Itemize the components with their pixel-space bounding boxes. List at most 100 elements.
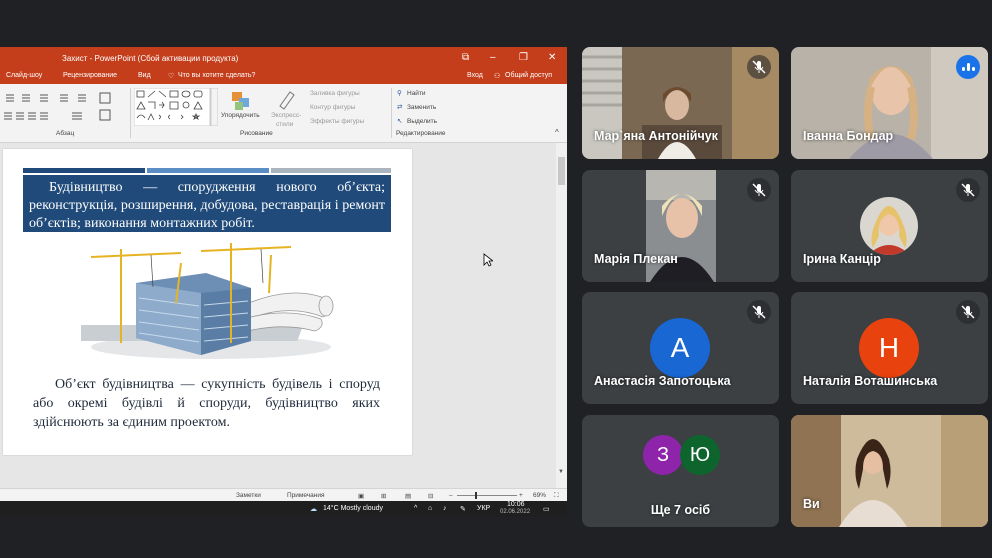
normal-view-icon[interactable]: ▣ bbox=[358, 492, 364, 500]
participant-name: Мар`яна Антонійчук bbox=[594, 129, 718, 143]
slide-heading-text: Будівництво — спорудження нового об’єкта… bbox=[23, 175, 391, 232]
mic-off-icon bbox=[956, 178, 980, 202]
current-slide[interactable]: Будівництво — спорудження нового об’єкта… bbox=[3, 149, 412, 455]
volume-icon[interactable]: ♪ bbox=[443, 505, 447, 512]
fit-slide-icon[interactable]: ⛶ bbox=[554, 492, 559, 500]
participant-avatar-initial: А bbox=[650, 318, 710, 378]
share-button[interactable]: Общий доступ bbox=[505, 72, 552, 79]
participant-tile-1[interactable]: Мар`яна Антонійчук bbox=[582, 47, 779, 159]
tab-view[interactable]: Вид bbox=[138, 72, 151, 79]
weather-text[interactable]: 14°C Mostly cloudy bbox=[323, 505, 383, 512]
person-icon: ⚇ bbox=[494, 73, 501, 80]
shared-screen-powerpoint: Захист - PowerPoint (Сбой активации прод… bbox=[0, 47, 567, 517]
others-avatar-1: З bbox=[643, 435, 683, 475]
stripe-light bbox=[271, 168, 391, 173]
slideshow-icon[interactable]: ⊟ bbox=[428, 492, 433, 500]
arrange-label[interactable]: Упорядочить bbox=[221, 112, 260, 119]
ribbon-display-icon[interactable]: ⧉ bbox=[462, 52, 469, 63]
slide-editing-area: Будівництво — спорудження нового об’єкта… bbox=[0, 143, 567, 488]
self-tile[interactable]: Ви bbox=[791, 415, 988, 527]
close-icon[interactable]: ✕ bbox=[548, 52, 556, 63]
mic-off-icon bbox=[747, 55, 771, 79]
shape-fill-button[interactable]: Заливка фигуры bbox=[310, 90, 360, 97]
scrollbar-thumb[interactable] bbox=[558, 157, 565, 185]
quick-styles-label-1[interactable]: Экспресс- bbox=[271, 112, 301, 119]
network-icon[interactable]: ⌂ bbox=[428, 505, 432, 512]
notifications-icon[interactable]: ▭ bbox=[543, 505, 550, 513]
reading-view-icon[interactable]: ▤ bbox=[405, 492, 411, 500]
self-video bbox=[791, 415, 988, 527]
signin-link[interactable]: Вход bbox=[467, 72, 483, 79]
language-indicator[interactable]: УКР bbox=[477, 505, 490, 512]
slide-sorter-icon[interactable]: ⊞ bbox=[381, 492, 386, 500]
participant-avatar-photo bbox=[860, 197, 918, 255]
windows-taskbar: ☁ 14°C Mostly cloudy ^ ⌂ ♪ ✎ УКР 10:06 0… bbox=[0, 501, 567, 517]
participant-avatar-initial: Н bbox=[859, 318, 919, 378]
ppt-ribbon: Абзац Упорядочить Экспресс- стили Заливк… bbox=[0, 84, 567, 143]
scroll-down-icon[interactable]: ▼ bbox=[558, 469, 564, 475]
restore-icon[interactable]: ❐ bbox=[519, 52, 528, 63]
participant-name: Іванна Бондар bbox=[803, 129, 894, 143]
quick-styles-label-2[interactable]: стили bbox=[276, 121, 293, 128]
tell-me-field[interactable]: Что вы хотите сделать? bbox=[178, 72, 255, 79]
vertical-scrollbar[interactable]: ▼ bbox=[556, 143, 567, 488]
replace-icon: ⇄ bbox=[397, 104, 403, 111]
zoom-in-icon[interactable]: + bbox=[519, 492, 523, 499]
paragraph-tools-icon[interactable] bbox=[0, 89, 128, 123]
clock-date[interactable]: 02.06.2022 bbox=[500, 509, 530, 515]
mouse-cursor-icon bbox=[483, 253, 493, 267]
zoom-out-icon[interactable]: – bbox=[449, 492, 453, 499]
ppt-menu-bar: Слайд-шоу Рецензирование Вид ♡ Что вы хо… bbox=[0, 69, 567, 84]
participant-name: Марія Плекан bbox=[594, 252, 678, 266]
paragraph-group-label: Абзац bbox=[56, 130, 75, 137]
ppt-title-bar: Захист - PowerPoint (Сбой активации прод… bbox=[0, 47, 567, 69]
drawing-group-label: Рисование bbox=[240, 130, 273, 137]
tab-slideshow[interactable]: Слайд-шоу bbox=[6, 72, 42, 79]
mic-off-icon bbox=[747, 178, 771, 202]
ppt-window-title: Захист - PowerPoint (Сбой активации прод… bbox=[62, 54, 239, 63]
replace-button[interactable]: Заменить bbox=[407, 104, 436, 111]
select-button[interactable]: Выделить bbox=[407, 118, 437, 125]
tab-review[interactable]: Рецензирование bbox=[63, 72, 117, 79]
participant-tile-5[interactable]: А Анастасія Запотоцька bbox=[582, 292, 779, 404]
pen-icon[interactable]: ✎ bbox=[460, 505, 466, 513]
zoom-slider-thumb[interactable] bbox=[475, 492, 477, 499]
notes-button[interactable]: Заметки bbox=[236, 492, 261, 499]
stripe-mid bbox=[147, 168, 269, 173]
others-tile[interactable]: З Ю Ще 7 осіб bbox=[582, 415, 779, 527]
collapse-ribbon-icon[interactable]: ^ bbox=[555, 128, 559, 137]
mic-off-icon bbox=[956, 300, 980, 324]
shape-outline-button[interactable]: Контур фигуры bbox=[310, 104, 355, 111]
participant-tile-3[interactable]: Марія Плекан bbox=[582, 170, 779, 282]
select-icon: ↖ bbox=[397, 118, 403, 125]
participant-name: Наталія Воташинська bbox=[803, 374, 938, 388]
construction-illustration bbox=[81, 243, 334, 359]
participant-name: Ірина Канцір bbox=[803, 252, 881, 266]
self-name: Ви bbox=[803, 497, 820, 511]
find-button[interactable]: Найти bbox=[407, 90, 426, 97]
stripe-dark bbox=[23, 168, 145, 173]
comments-button[interactable]: Примечания bbox=[287, 492, 325, 499]
zoom-level[interactable]: 69% bbox=[533, 492, 546, 499]
participant-tile-6[interactable]: Н Наталія Воташинська bbox=[791, 292, 988, 404]
slide-body-text: Об’єкт будівництва — сукупність будівель… bbox=[33, 377, 380, 430]
lightbulb-icon: ♡ bbox=[168, 73, 175, 80]
search-icon: ⚲ bbox=[397, 90, 402, 97]
weather-cloud-icon: ☁ bbox=[310, 506, 317, 513]
speaking-indicator-icon bbox=[956, 55, 980, 79]
others-avatar-2: Ю bbox=[680, 435, 720, 475]
quick-styles-icon[interactable] bbox=[277, 88, 297, 110]
shapes-gallery-icon[interactable] bbox=[134, 88, 218, 126]
editing-group-label: Редактирование bbox=[396, 130, 446, 137]
participant-tile-2[interactable]: Іванна Бондар bbox=[791, 47, 988, 159]
participant-name: Анастасія Запотоцька bbox=[594, 374, 731, 388]
arrange-icon[interactable] bbox=[230, 90, 260, 112]
ppt-status-bar: Заметки Примечания ▣ ⊞ ▤ ⊟ – + 69% ⛶ bbox=[0, 488, 567, 502]
participant-tile-4[interactable]: Ірина Канцір bbox=[791, 170, 988, 282]
chevron-up-icon[interactable]: ^ bbox=[414, 505, 417, 512]
minimize-icon[interactable]: – bbox=[490, 52, 496, 63]
shape-effects-button[interactable]: Эффекты фигуры bbox=[310, 118, 364, 125]
others-count-label: Ще 7 осіб bbox=[650, 503, 711, 517]
zoom-slider[interactable] bbox=[457, 492, 517, 499]
clock-time[interactable]: 10:06 bbox=[507, 501, 525, 508]
